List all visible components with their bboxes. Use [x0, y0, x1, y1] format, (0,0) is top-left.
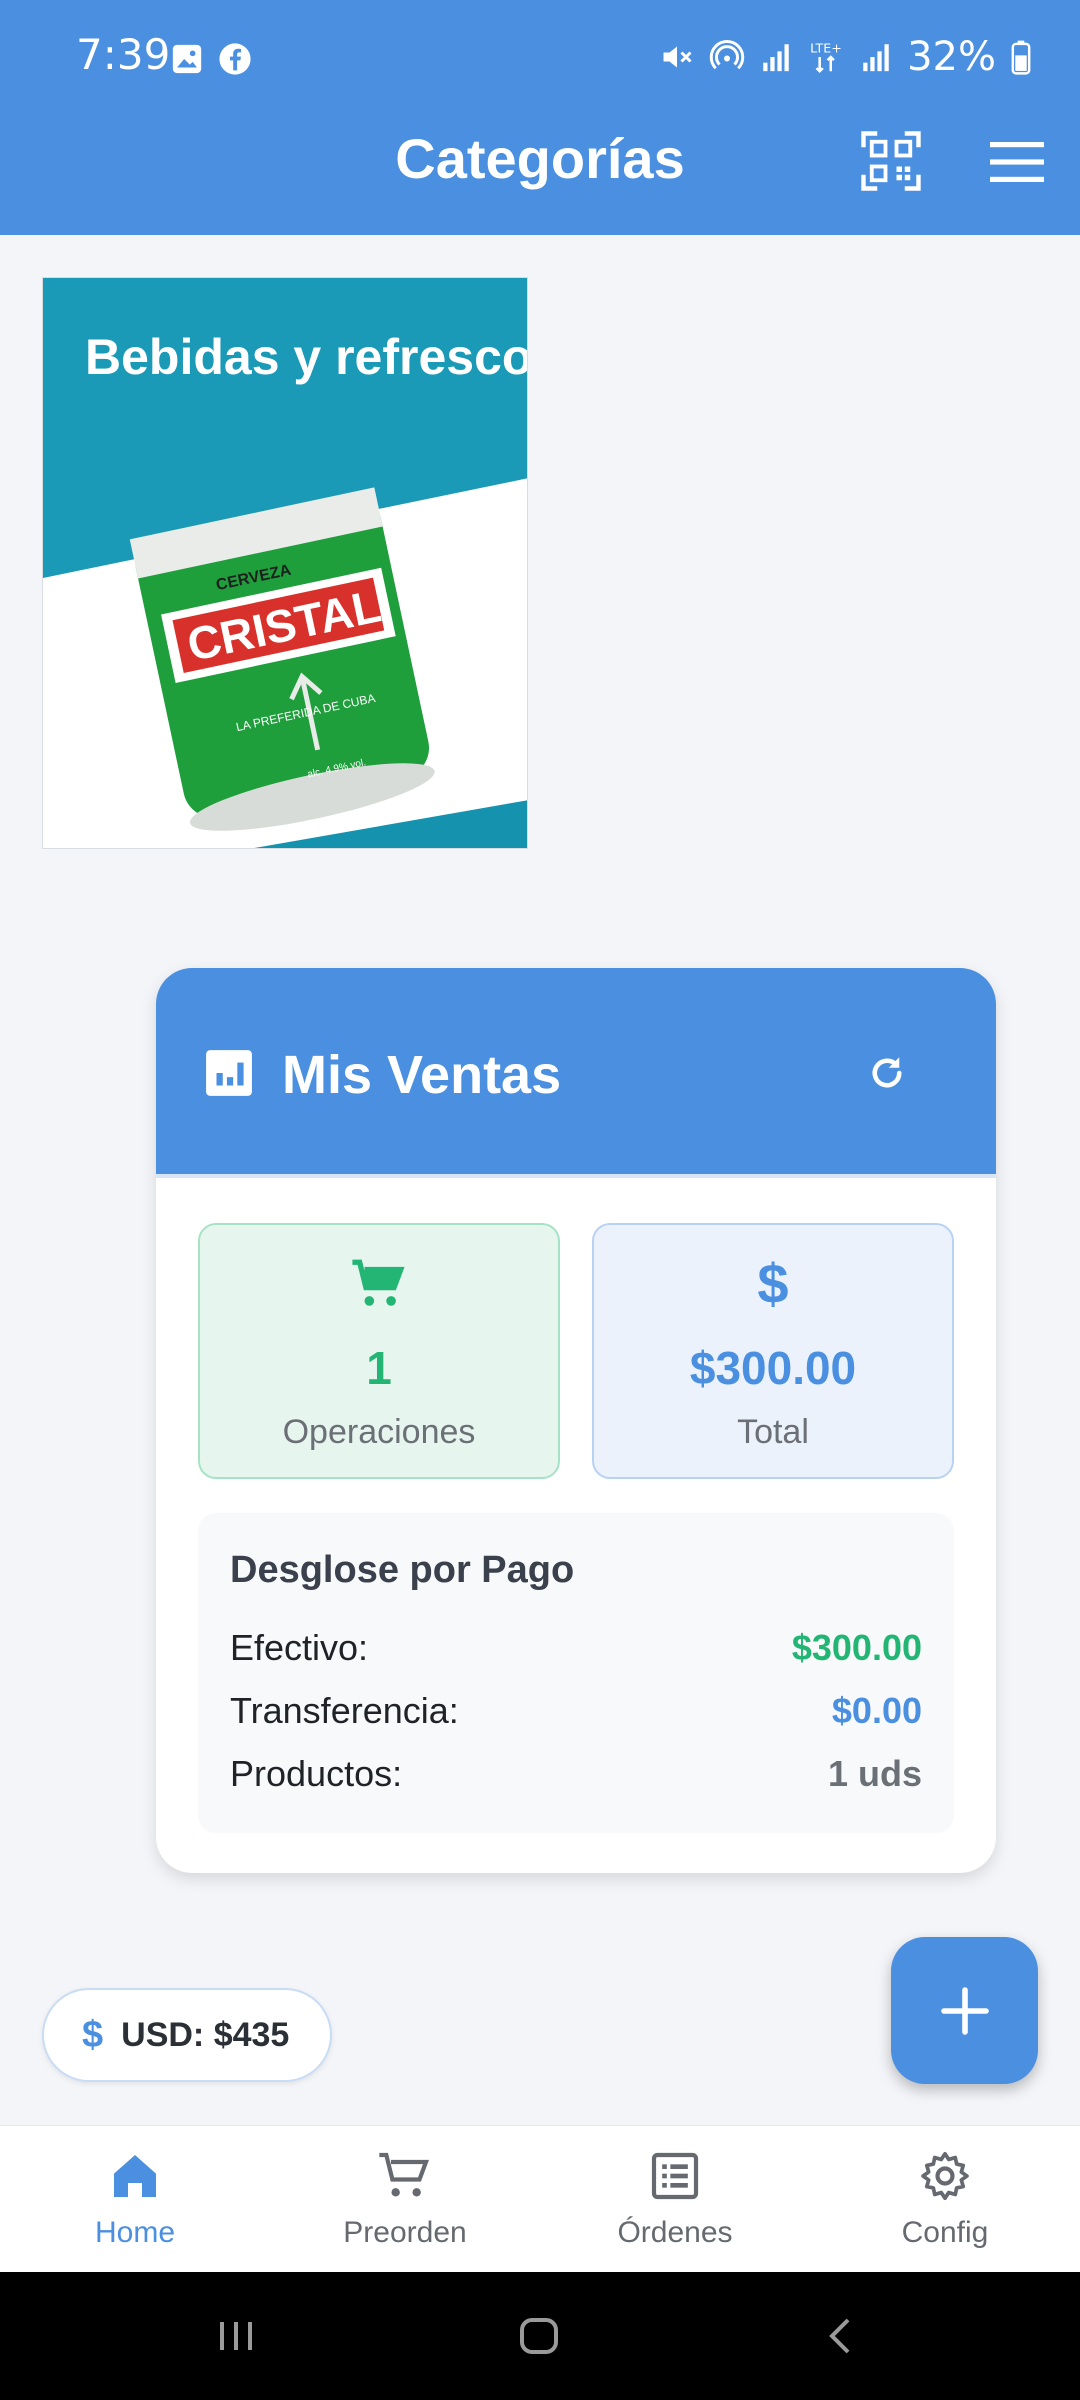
qr-scan-icon[interactable]: [858, 128, 924, 194]
home-button-icon[interactable]: [514, 2312, 564, 2360]
list-icon: [651, 2152, 699, 2200]
battery-icon: [1011, 40, 1031, 75]
nav-ordenes[interactable]: Órdenes: [540, 2126, 810, 2273]
nav-label: Preorden: [343, 2216, 467, 2249]
nav-label: Config: [901, 2216, 989, 2249]
facebook-icon: [219, 43, 251, 75]
operations-stat: 1 Operaciones: [198, 1223, 560, 1479]
operations-value: 1: [366, 1342, 392, 1394]
total-value: $300.00: [689, 1342, 857, 1394]
nav-label: Home: [94, 2216, 176, 2249]
category-card[interactable]: CRISTAL CERVEZA LA PREFERIDA DE CUBA alc…: [42, 277, 528, 849]
total-label: Total: [737, 1413, 809, 1451]
dollar-icon: $: [757, 1252, 789, 1315]
row-value: $0.00: [831, 1690, 922, 1731]
hotspot-icon: [709, 40, 745, 70]
row-label: Transferencia:: [230, 1690, 459, 1731]
bottom-nav: Home Preorden Órdenes Config: [0, 2125, 1080, 2272]
row-value: $300.00: [791, 1627, 922, 1668]
menu-icon[interactable]: [990, 140, 1044, 184]
payment-breakdown: Desglose por Pago Efectivo: $300.00 Tran…: [198, 1513, 954, 1833]
svg-text:LTE+: LTE+: [810, 40, 842, 55]
mute-icon: [663, 46, 692, 68]
signal-icon: [763, 44, 789, 72]
usd-rate-pill[interactable]: $ USD: $435: [42, 1988, 332, 2082]
breakdown-row-cash: Efectivo: $300.00: [230, 1627, 922, 1671]
breakdown-row-products: Productos: 1 uds: [230, 1753, 922, 1797]
row-label: Productos:: [230, 1753, 403, 1794]
lte-icon: LTE+: [810, 40, 842, 74]
signal-icon: [863, 44, 889, 72]
breakdown-row-transfer: Transferencia: $0.00: [230, 1690, 922, 1734]
add-button[interactable]: [891, 1937, 1038, 2084]
usd-rate-text: USD: $435: [121, 2015, 290, 2054]
row-label: Efectivo:: [230, 1627, 369, 1668]
sales-title: Mis Ventas: [282, 1045, 562, 1105]
gear-icon: [921, 2151, 969, 2201]
bar-chart-icon: [206, 1050, 252, 1096]
breakdown-title: Desglose por Pago: [230, 1549, 575, 1591]
status-bar: 7:39 LTE+ 32%: [0, 0, 1080, 118]
nav-home[interactable]: Home: [0, 2126, 270, 2273]
image-icon: [172, 44, 202, 74]
refresh-icon[interactable]: [866, 1052, 908, 1094]
nav-label: Órdenes: [617, 2216, 733, 2249]
cart-icon: [352, 1259, 405, 1306]
plus-icon: [940, 1986, 989, 2035]
back-icon[interactable]: [818, 2312, 866, 2360]
system-nav-bar: [0, 2272, 1080, 2400]
category-title: Bebidas y refresco: [85, 329, 528, 385]
home-icon: [114, 2155, 156, 2197]
status-time: 7:39: [76, 30, 171, 79]
top-bar: 7:39 LTE+ 32% Categorías: [0, 0, 1080, 235]
nav-config[interactable]: Config: [810, 2126, 1080, 2273]
nav-preorden[interactable]: Preorden: [270, 2126, 540, 2273]
battery-percent: 32%: [907, 34, 996, 80]
total-stat: $ $300.00 Total: [592, 1223, 954, 1479]
sales-header: Mis Ventas: [156, 968, 996, 1178]
operations-label: Operaciones: [282, 1413, 476, 1451]
dollar-icon: $: [82, 2013, 104, 2056]
recents-icon[interactable]: [212, 2312, 260, 2360]
sales-card: Mis Ventas 1 Operaciones $ $300.00 Total…: [156, 968, 996, 1873]
cart-icon: [379, 2152, 430, 2197]
row-value: 1 uds: [827, 1753, 922, 1794]
